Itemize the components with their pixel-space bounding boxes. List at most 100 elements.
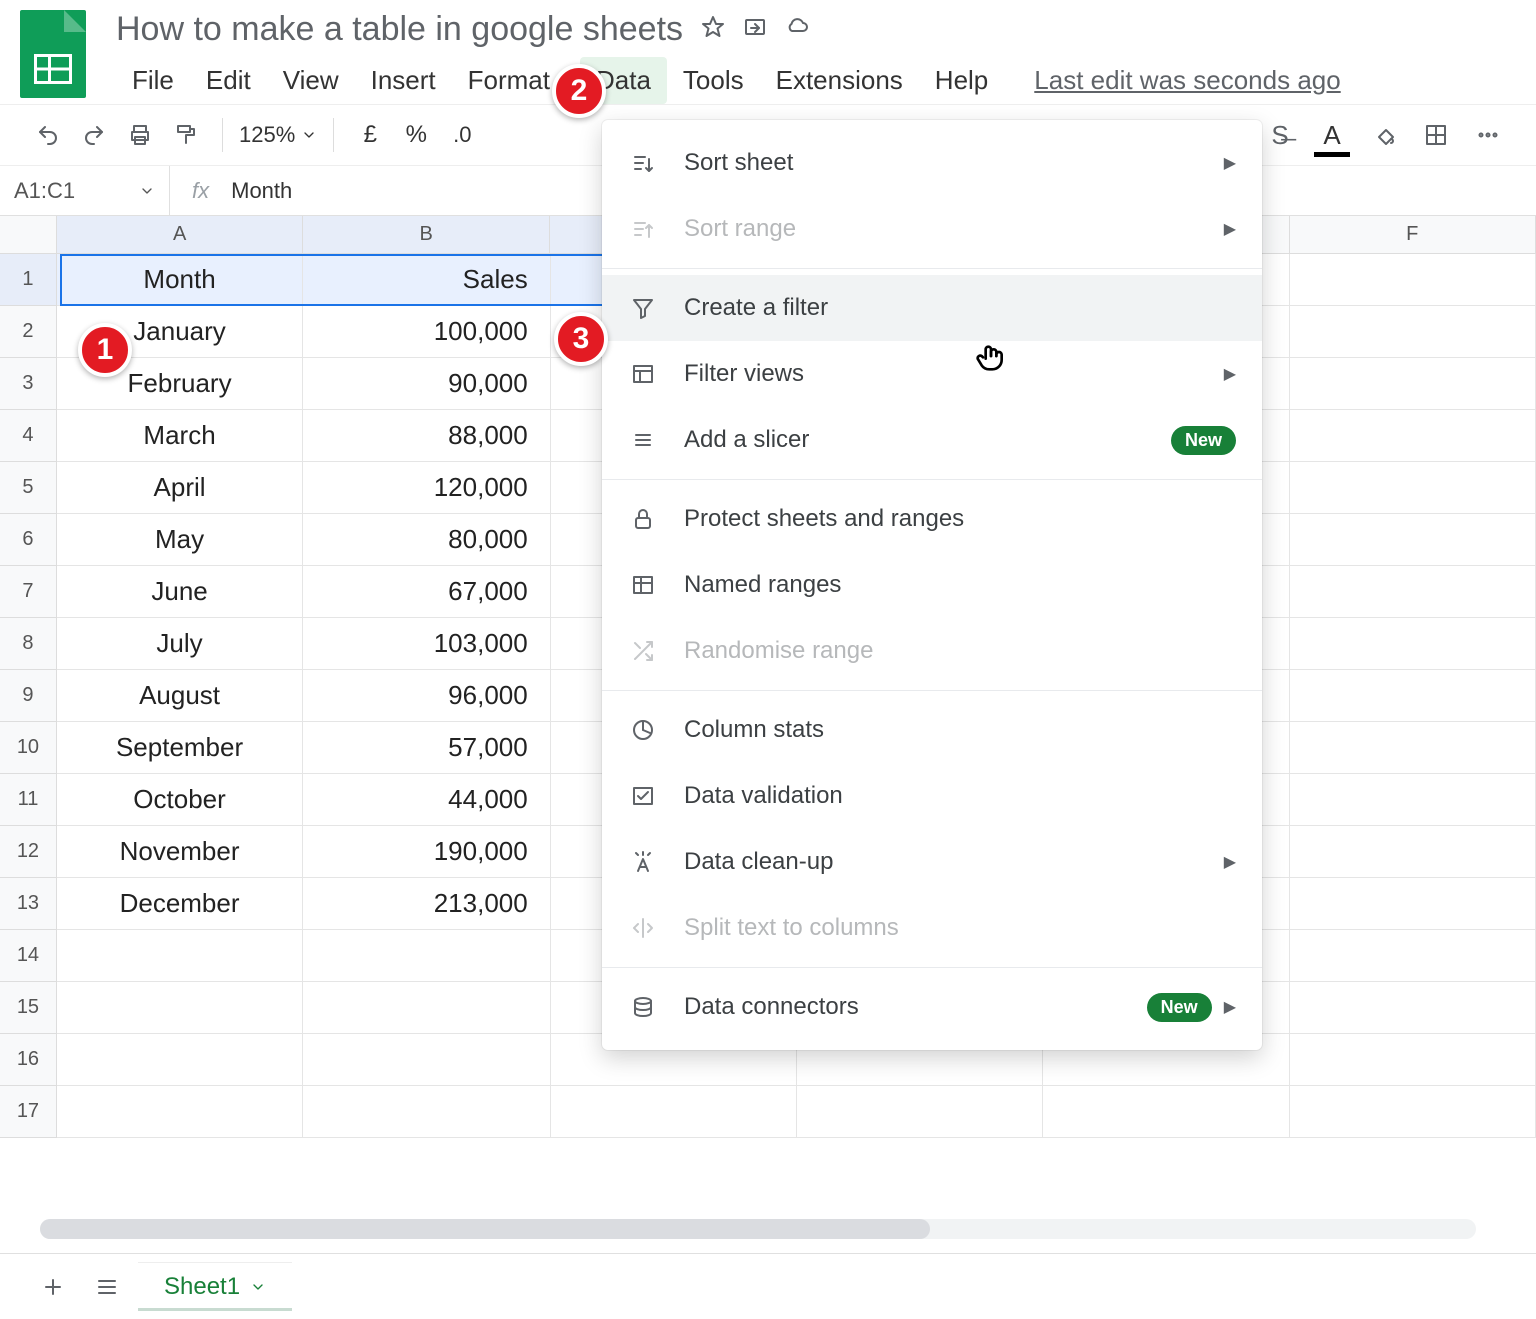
cell[interactable] <box>797 1086 1043 1138</box>
row-header[interactable]: 12 <box>0 826 57 878</box>
redo-button[interactable] <box>74 115 114 155</box>
menu-item-stats[interactable]: Column stats <box>602 697 1262 763</box>
row-header[interactable]: 13 <box>0 878 57 930</box>
column-header-f[interactable]: F <box>1290 216 1536 254</box>
cell[interactable]: 103,000 <box>303 618 550 670</box>
select-all-corner[interactable] <box>0 216 57 254</box>
row-header[interactable]: 7 <box>0 566 57 618</box>
cell[interactable]: April <box>57 462 303 514</box>
cell[interactable] <box>1290 566 1536 618</box>
borders-button[interactable] <box>1416 115 1456 155</box>
zoom-select[interactable]: 125% <box>239 122 317 148</box>
cell[interactable]: 80,000 <box>303 514 550 566</box>
cell[interactable] <box>303 930 550 982</box>
row-header[interactable]: 4 <box>0 410 57 462</box>
cell[interactable] <box>1290 930 1536 982</box>
decimal-button[interactable]: .0 <box>442 115 482 155</box>
menu-item-lock[interactable]: Protect sheets and ranges <box>602 486 1262 552</box>
cell[interactable]: August <box>57 670 303 722</box>
row-header[interactable]: 16 <box>0 1034 57 1086</box>
star-icon[interactable] <box>701 15 725 44</box>
menu-file[interactable]: File <box>116 57 190 104</box>
menu-item-slicer[interactable]: Add a slicerNew <box>602 407 1262 473</box>
paint-format-button[interactable] <box>166 115 206 155</box>
all-sheets-button[interactable] <box>84 1264 130 1310</box>
cell[interactable]: 90,000 <box>303 358 550 410</box>
cell[interactable]: June <box>57 566 303 618</box>
cell[interactable]: 190,000 <box>303 826 550 878</box>
menu-item-sort-sheet[interactable]: Sort sheet▶ <box>602 130 1262 196</box>
column-header-a[interactable]: A <box>57 216 304 254</box>
print-button[interactable] <box>120 115 160 155</box>
cell[interactable]: September <box>57 722 303 774</box>
cell[interactable]: May <box>57 514 303 566</box>
cell[interactable]: 120,000 <box>303 462 550 514</box>
cell[interactable] <box>57 982 303 1034</box>
cell[interactable]: 96,000 <box>303 670 550 722</box>
text-color-button[interactable]: A <box>1312 115 1352 155</box>
sheet-tab-sheet1[interactable]: Sheet1 <box>138 1262 292 1311</box>
cell[interactable] <box>303 1086 550 1138</box>
strikethrough-button[interactable]: S̶ <box>1260 115 1300 155</box>
cell[interactable]: November <box>57 826 303 878</box>
cell[interactable] <box>1290 826 1536 878</box>
undo-button[interactable] <box>28 115 68 155</box>
last-edit-link[interactable]: Last edit was seconds ago <box>1034 65 1340 96</box>
cloud-status-icon[interactable] <box>785 15 809 44</box>
cell[interactable]: March <box>57 410 303 462</box>
cell[interactable] <box>551 1086 797 1138</box>
cell[interactable] <box>1290 878 1536 930</box>
cell[interactable] <box>1290 618 1536 670</box>
cell[interactable] <box>1290 670 1536 722</box>
cell[interactable] <box>57 930 303 982</box>
percent-button[interactable]: % <box>396 115 436 155</box>
cell[interactable]: 67,000 <box>303 566 550 618</box>
add-sheet-button[interactable] <box>30 1264 76 1310</box>
horizontal-scrollbar[interactable] <box>40 1219 1476 1239</box>
row-header[interactable]: 17 <box>0 1086 57 1138</box>
row-header[interactable]: 1 <box>0 254 57 306</box>
menu-item-named[interactable]: Named ranges <box>602 552 1262 618</box>
sheets-logo[interactable] <box>20 10 86 98</box>
row-header[interactable]: 15 <box>0 982 57 1034</box>
cell[interactable] <box>1290 358 1536 410</box>
menu-item-filter-views[interactable]: Filter views▶ <box>602 341 1262 407</box>
menu-edit[interactable]: Edit <box>190 57 267 104</box>
fill-color-button[interactable] <box>1364 115 1404 155</box>
formula-bar[interactable]: Month <box>231 178 292 204</box>
row-header[interactable]: 11 <box>0 774 57 826</box>
cell[interactable]: 57,000 <box>303 722 550 774</box>
menu-help[interactable]: Help <box>919 57 1004 104</box>
cell[interactable] <box>303 1034 550 1086</box>
name-box[interactable]: A1:C1 <box>0 166 170 215</box>
currency-button[interactable]: £ <box>350 115 390 155</box>
row-header[interactable]: 10 <box>0 722 57 774</box>
row-header[interactable]: 9 <box>0 670 57 722</box>
cell[interactable] <box>1290 1034 1536 1086</box>
column-header-b[interactable]: B <box>303 216 550 254</box>
menu-item-db[interactable]: Data connectorsNew▶ <box>602 974 1262 1040</box>
row-header[interactable]: 5 <box>0 462 57 514</box>
cell[interactable]: Month <box>57 254 303 306</box>
cell[interactable]: 213,000 <box>303 878 550 930</box>
cell[interactable] <box>1290 306 1536 358</box>
menu-tools[interactable]: Tools <box>667 57 760 104</box>
cell[interactable] <box>303 982 550 1034</box>
cell[interactable]: 44,000 <box>303 774 550 826</box>
cell[interactable]: July <box>57 618 303 670</box>
menu-extensions[interactable]: Extensions <box>760 57 919 104</box>
row-header[interactable]: 6 <box>0 514 57 566</box>
cell[interactable] <box>1290 722 1536 774</box>
row-header[interactable]: 2 <box>0 306 57 358</box>
cell[interactable]: 88,000 <box>303 410 550 462</box>
cell[interactable] <box>1290 982 1536 1034</box>
cell[interactable] <box>1290 462 1536 514</box>
menu-item-filter[interactable]: Create a filter <box>602 275 1262 341</box>
cell[interactable] <box>1043 1086 1289 1138</box>
cell[interactable]: December <box>57 878 303 930</box>
menu-view[interactable]: View <box>267 57 355 104</box>
cell[interactable]: Sales <box>303 254 550 306</box>
menu-item-cleanup[interactable]: Data clean-up▶ <box>602 829 1262 895</box>
cell[interactable] <box>1290 254 1536 306</box>
row-header[interactable]: 8 <box>0 618 57 670</box>
